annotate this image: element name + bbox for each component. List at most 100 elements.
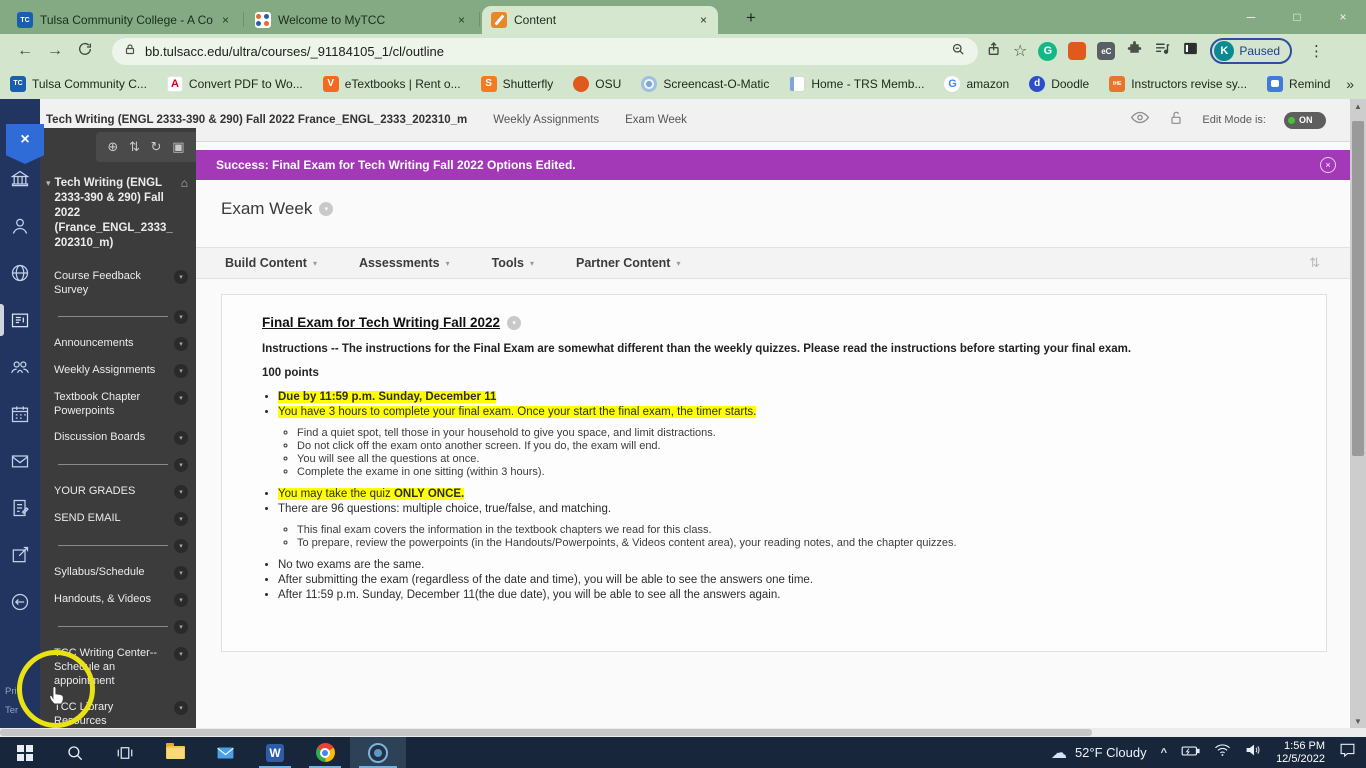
item-context-menu-icon[interactable]: ▾ bbox=[507, 315, 522, 330]
tab-content-active[interactable]: Content × bbox=[482, 6, 718, 34]
partner-content-menu[interactable]: Partner Content ▾ bbox=[576, 256, 680, 270]
item-menu-badge[interactable]: ▾ bbox=[174, 364, 188, 378]
divider-menu-badge[interactable]: ▾ bbox=[174, 620, 188, 634]
bookmark-shutterfly[interactable]: S Shutterfly bbox=[480, 75, 553, 92]
divider-menu-badge[interactable]: ▾ bbox=[174, 539, 188, 553]
mail-button[interactable] bbox=[200, 737, 250, 768]
side-panel-icon[interactable] bbox=[1182, 40, 1199, 62]
edit-mode-toggle[interactable]: ON bbox=[1284, 111, 1326, 129]
bookmark-doodle[interactable]: d Doodle bbox=[1029, 75, 1089, 92]
sign-out-icon[interactable] bbox=[0, 590, 40, 614]
bookmark-amazon[interactable]: Gamazon bbox=[944, 75, 1009, 92]
item-menu-badge[interactable]: ▾ bbox=[174, 431, 188, 445]
battery-icon[interactable] bbox=[1181, 744, 1200, 762]
tab-close-icon[interactable]: × bbox=[220, 13, 231, 27]
horizontal-scrollbar[interactable] bbox=[0, 728, 1366, 737]
reorder-icon[interactable]: ⇅ bbox=[129, 139, 140, 155]
horizontal-scroll-thumb[interactable] bbox=[0, 729, 1092, 736]
chrome-button[interactable] bbox=[300, 737, 350, 768]
course-title-block[interactable]: ▾ Tech Writing (ENGL 2333-390 & 290) Fal… bbox=[40, 162, 196, 251]
forward-button[interactable]: → bbox=[40, 42, 70, 60]
bookmark-osu[interactable]: OSU bbox=[573, 75, 621, 92]
grades-icon[interactable] bbox=[0, 496, 40, 520]
institution-icon[interactable] bbox=[0, 167, 40, 191]
osu-extension-icon[interactable] bbox=[1068, 42, 1087, 60]
zoom-out-icon[interactable] bbox=[951, 42, 966, 62]
scroll-down-arrow[interactable]: ▼ bbox=[1350, 714, 1366, 728]
profile-chip[interactable]: K Paused bbox=[1210, 38, 1293, 64]
file-explorer-button[interactable] bbox=[150, 737, 200, 768]
sidebar-item-textbook-chapter-powerpoints[interactable]: Textbook Chapter Powerpoints ▾ bbox=[54, 384, 188, 424]
tray-expand-chevron[interactable]: ^ bbox=[1161, 747, 1167, 759]
bookmark-remind[interactable]: Remind bbox=[1267, 75, 1330, 92]
item-menu-badge[interactable]: ▾ bbox=[174, 391, 188, 405]
item-menu-badge[interactable]: ▾ bbox=[174, 485, 188, 499]
sidebar-item-your-grades[interactable]: YOUR GRADES ▾ bbox=[54, 478, 188, 505]
minimize-button[interactable]: ─ bbox=[1228, 0, 1274, 33]
grammarly-extension-icon[interactable]: G bbox=[1038, 41, 1058, 61]
start-button[interactable] bbox=[0, 737, 50, 768]
organizations-icon[interactable] bbox=[0, 355, 40, 379]
item-menu-badge[interactable]: ▾ bbox=[174, 593, 188, 607]
url-text[interactable]: bb.tulsacc.edu/ultra/courses/_91184105_1… bbox=[145, 44, 942, 59]
taskbar-search-button[interactable] bbox=[50, 737, 100, 768]
messages-envelope-icon[interactable] bbox=[0, 449, 40, 473]
courses-icon[interactable] bbox=[0, 304, 40, 336]
reorder-items-icon[interactable]: ⇅ bbox=[1309, 255, 1320, 271]
calendar-icon[interactable] bbox=[0, 402, 40, 426]
bookmarks-overflow-chevron[interactable]: » bbox=[1346, 76, 1354, 92]
item-menu-badge[interactable]: ▾ bbox=[174, 337, 188, 351]
bookmark-star-icon[interactable]: ☆ bbox=[1013, 41, 1027, 61]
reload-button[interactable] bbox=[70, 41, 100, 62]
item-menu-badge[interactable]: ▾ bbox=[174, 701, 188, 715]
back-button[interactable]: ← bbox=[10, 42, 40, 60]
tools-compose-icon[interactable] bbox=[0, 543, 40, 567]
bookmark-screencast[interactable]: Screencast-O-Matic bbox=[641, 75, 769, 92]
banner-close-icon[interactable]: × bbox=[1320, 157, 1336, 173]
task-view-button[interactable] bbox=[100, 737, 150, 768]
address-bar[interactable]: bb.tulsacc.edu/ultra/courses/_91184105_1… bbox=[112, 38, 978, 65]
playlist-icon[interactable] bbox=[1154, 40, 1171, 62]
breadcrumb-weekly-assignments[interactable]: Weekly Assignments bbox=[493, 114, 599, 126]
activity-stream-globe-icon[interactable] bbox=[0, 261, 40, 285]
sidebar-item-syllabus-schedule[interactable]: Syllabus/Schedule ▾ bbox=[54, 559, 188, 586]
sidebar-item-weekly-assignments[interactable]: Weekly Assignments ▾ bbox=[54, 357, 188, 384]
sidebar-item-handouts-videos[interactable]: Handouts, & Videos ▾ bbox=[54, 586, 188, 613]
extensions-puzzle-icon[interactable] bbox=[1126, 40, 1143, 62]
open-window-icon[interactable]: ▣ bbox=[172, 139, 184, 155]
bookmark-trs[interactable]: Home - TRS Memb... bbox=[789, 75, 924, 92]
action-center-icon[interactable] bbox=[1339, 742, 1356, 763]
tab-close-icon[interactable]: × bbox=[456, 13, 467, 27]
maximize-button[interactable]: □ bbox=[1274, 0, 1320, 33]
item-menu-badge[interactable]: ▾ bbox=[174, 647, 188, 661]
new-tab-button[interactable]: + bbox=[738, 5, 764, 31]
tools-menu[interactable]: Tools ▾ bbox=[492, 256, 534, 270]
breadcrumb-exam-week[interactable]: Exam Week bbox=[625, 114, 687, 126]
volume-icon[interactable] bbox=[1245, 743, 1262, 762]
close-window-button[interactable]: × bbox=[1320, 0, 1366, 33]
chevron-down-icon[interactable]: ▾ bbox=[46, 176, 51, 251]
add-menu-item-icon[interactable]: ⊕ bbox=[107, 139, 118, 155]
screencast-o-matic-button[interactable] bbox=[350, 737, 406, 768]
sidebar-item-announcements[interactable]: Announcements ▾ bbox=[54, 330, 188, 357]
tab-close-icon[interactable]: × bbox=[698, 13, 709, 27]
refresh-icon[interactable]: ↻ bbox=[151, 139, 162, 155]
unlock-icon[interactable] bbox=[1168, 110, 1184, 131]
bookmark-ihe[interactable]: IHE Instructors revise sy... bbox=[1109, 75, 1247, 92]
terms-link-fragment[interactable]: Ter bbox=[5, 705, 18, 716]
exam-link[interactable]: Final Exam for Tech Writing Fall 2022 bbox=[262, 315, 500, 330]
title-context-menu-icon[interactable]: ▾ bbox=[319, 202, 334, 216]
bookmark-tcc[interactable]: TC Tulsa Community C... bbox=[10, 75, 147, 92]
lock-icon[interactable] bbox=[124, 43, 136, 61]
sidebar-item-send-email[interactable]: SEND EMAIL ▾ bbox=[54, 505, 188, 532]
bookmark-etextbooks[interactable]: VeTextbooks | Rent o... bbox=[322, 75, 461, 92]
browser-menu-icon[interactable]: ⋮ bbox=[1303, 42, 1330, 60]
divider-menu-badge[interactable]: ▾ bbox=[174, 458, 188, 472]
divider-menu-badge[interactable]: ▾ bbox=[174, 310, 188, 324]
word-button[interactable]: W bbox=[250, 737, 300, 768]
sidebar-item-discussion-boards[interactable]: Discussion Boards ▾ bbox=[54, 424, 188, 451]
share-icon[interactable] bbox=[986, 41, 1002, 62]
wifi-icon[interactable] bbox=[1214, 743, 1231, 762]
taskbar-clock[interactable]: 1:56 PM 12/5/2022 bbox=[1276, 740, 1325, 766]
breadcrumb-course[interactable]: Tech Writing (ENGL 2333-390 & 290) Fall … bbox=[46, 114, 467, 126]
